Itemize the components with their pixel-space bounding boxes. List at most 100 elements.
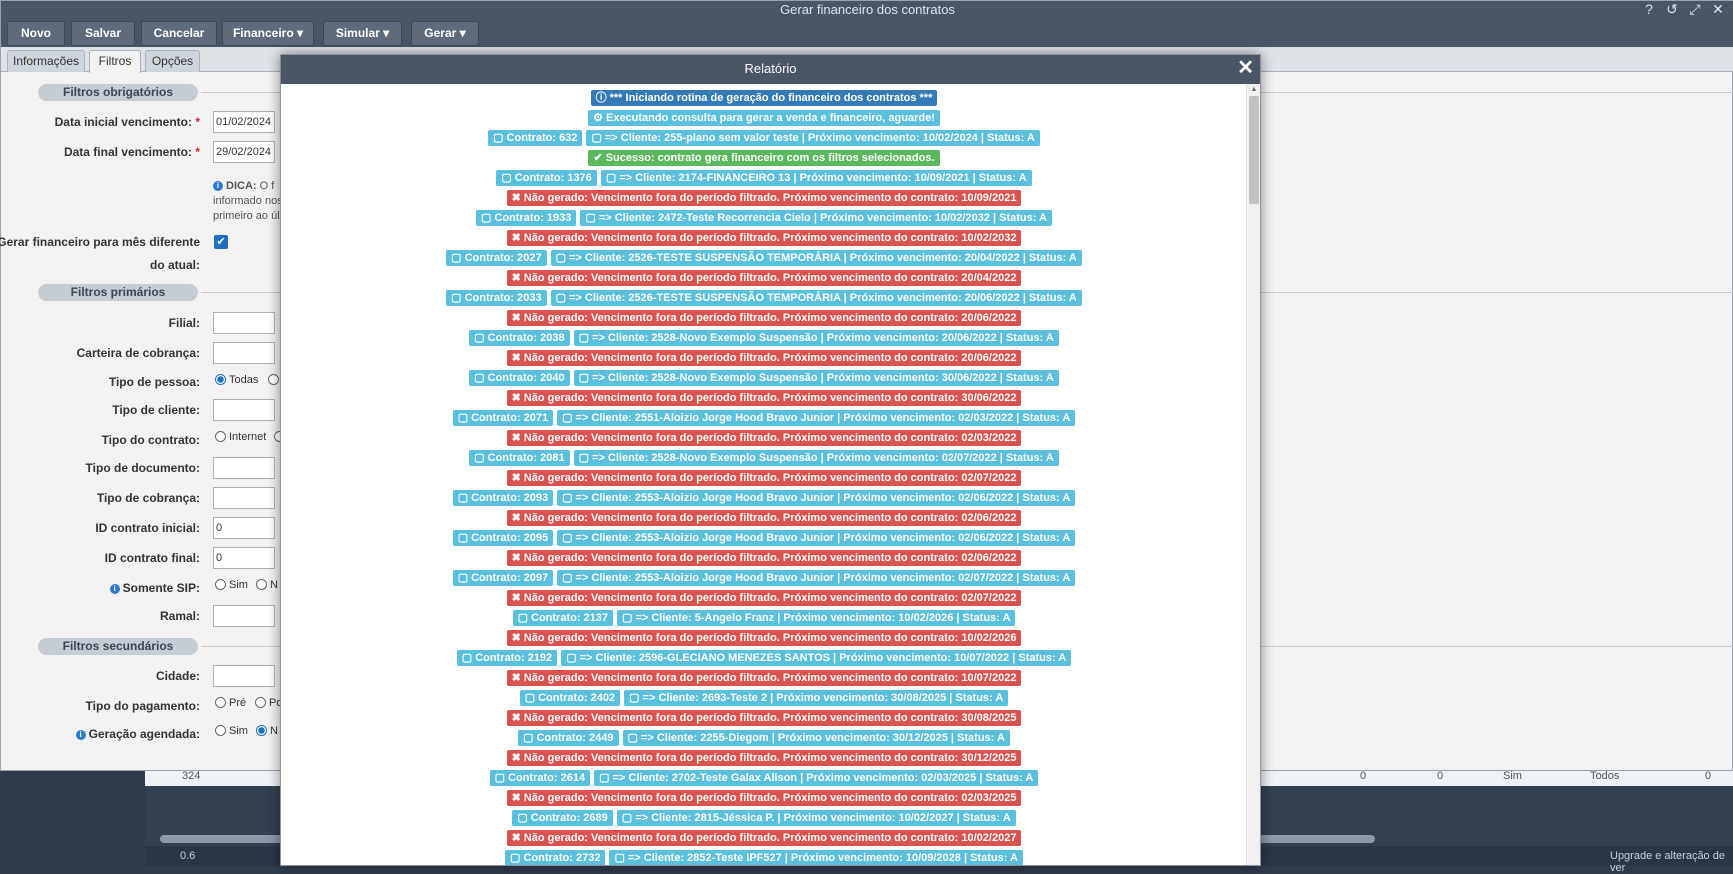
- report-label-info: ▢ Contrato: 2097: [452, 570, 554, 586]
- footer-upgrade-text[interactable]: Upgrade e alteração de ver: [1610, 850, 1733, 874]
- report-label-info: ▢ => Cliente: 2693-Teste 2 | Próximo venc…: [624, 690, 1009, 706]
- x-icon: ✖: [511, 392, 521, 404]
- report-line: ✖ Não gerado: Vencimento fora do período …: [281, 588, 1247, 608]
- tab-opcoes[interactable]: Opções: [145, 50, 200, 72]
- data-inicial-input[interactable]: 01/02/2024: [213, 111, 275, 133]
- novo-button[interactable]: Novo: [7, 21, 65, 46]
- tipo-contrato-internet-radio[interactable]: Internet: [215, 431, 266, 443]
- data-final-input[interactable]: 29/02/2024: [213, 141, 275, 163]
- report-line: ▢ Contrato: 2402 ▢ => Cliente: 2693-Teste 2…: [281, 688, 1247, 708]
- report-line: ✖ Não gerado: Vencimento fora do período …: [281, 428, 1247, 448]
- ramal-input[interactable]: [213, 605, 275, 627]
- cidade-label: Cidade:: [155, 669, 200, 683]
- contract-icon: ▢: [605, 172, 617, 184]
- expand-icon[interactable]: ⤢: [1687, 2, 1703, 17]
- report-label-info: ▢ Contrato: 2081: [469, 450, 570, 466]
- financeiro-menu-button[interactable]: Financeiro ▾: [222, 21, 314, 46]
- x-icon: ✖: [511, 672, 521, 684]
- contract-icon: ▢: [599, 772, 610, 784]
- report-line: ▢ Contrato: 2071 ▢ => Cliente: 2551-Aloizio…: [281, 408, 1247, 428]
- report-label-text: => Cliente: 2693-Teste 2 | Próximo venci…: [642, 692, 1004, 704]
- radio-selected-icon: [256, 725, 267, 736]
- cancelar-button[interactable]: Cancelar: [141, 21, 217, 46]
- filial-input[interactable]: [213, 312, 275, 334]
- help-icon[interactable]: ?: [1641, 2, 1657, 17]
- report-label-danger: ✖ Não gerado: Vencimento fora do período …: [506, 710, 1022, 726]
- close-icon[interactable]: ✕: [1710, 2, 1726, 17]
- report-label-info: ▢ => Cliente: 2553-Aloizio Jorge Hood Bra…: [557, 490, 1076, 506]
- report-label-info: ▢ => Cliente: 5-Angelo Franz | Próximo ve…: [617, 610, 1016, 626]
- report-label-text: => Cliente: 2553-Aloizio Jorge Hood Brav…: [575, 572, 1071, 584]
- report-label-text: Contrato: 2689: [530, 812, 608, 824]
- report-line: ✔ Sucesso: contrato gera financeiro com o…: [281, 148, 1247, 168]
- salvar-button[interactable]: Salvar: [71, 21, 135, 46]
- report-line: ▢ Contrato: 2097 ▢ => Cliente: 2553-Aloizio…: [281, 568, 1247, 588]
- close-icon[interactable]: ✕: [1237, 55, 1254, 82]
- tab-informacoes[interactable]: Informações: [7, 50, 85, 72]
- report-label-info: ▢ => Cliente: 255-plano sem valor teste |…: [586, 130, 1040, 146]
- report-label-danger: ✖ Não gerado: Vencimento fora do período …: [506, 390, 1022, 406]
- tab-filtros[interactable]: Filtros: [89, 50, 141, 73]
- report-label-text: Contrato: 1376: [514, 172, 592, 184]
- id-contrato-inicial-input[interactable]: 0: [213, 517, 275, 539]
- id-contrato-inicial-label: ID contrato inicial:: [95, 521, 200, 535]
- contract-icon: ▢: [555, 252, 566, 264]
- report-label-info: ▢ => Cliente: 2174-FINANCEIRO 13 | Próxim…: [600, 170, 1032, 186]
- radio-icon: [268, 374, 279, 385]
- tipo-documento-input[interactable]: [213, 457, 275, 479]
- carteira-cobranca-input[interactable]: [213, 342, 275, 364]
- gerar-menu-button[interactable]: Gerar ▾: [411, 21, 479, 46]
- contract-icon: ▢: [555, 292, 566, 304]
- radio-label: Internet: [229, 431, 267, 443]
- history-icon[interactable]: ↺: [1664, 2, 1680, 17]
- report-label-text: => Cliente: 2553-Aloizio Jorge Hood Brav…: [575, 492, 1071, 504]
- report-line: ✖ Não gerado: Vencimento fora do período …: [281, 268, 1247, 288]
- data-inicial-label-text: Data inicial vencimento:: [54, 115, 192, 129]
- report-label-text: => Cliente: 2528-Novo Exemplo Suspensão …: [592, 372, 1054, 384]
- report-line: ✖ Não gerado: Vencimento fora do período …: [281, 668, 1247, 688]
- x-icon: ✖: [511, 792, 521, 804]
- geracao-agendada-nao-radio[interactable]: N: [256, 725, 278, 737]
- report-label-info: ▢ Contrato: 2689: [512, 810, 613, 826]
- id-contrato-final-label: ID contrato final:: [104, 551, 200, 565]
- report-line: ✖ Não gerado: Vencimento fora do período …: [281, 508, 1247, 528]
- contract-icon: ▢: [524, 692, 536, 704]
- tipo-cobranca-input[interactable]: [213, 487, 275, 509]
- contract-icon: ▢: [562, 532, 573, 544]
- id-contrato-final-input[interactable]: 0: [213, 547, 275, 569]
- contract-icon: ▢: [578, 332, 590, 344]
- scrollbar-thumb[interactable]: [1249, 96, 1259, 204]
- contract-icon: ▢: [578, 372, 590, 384]
- report-label-info: ▢ Contrato: 2071: [452, 410, 554, 426]
- gerar-mes-diferente-checkbox[interactable]: ✔: [214, 235, 228, 249]
- scroll-up-icon[interactable]: ▲: [1247, 84, 1260, 95]
- report-label-text: => Cliente: 2852-Teste IPF527 | Próximo …: [627, 852, 1018, 864]
- radio-label: Sim: [229, 725, 248, 737]
- report-label-info: ▢ Contrato: 1933: [475, 210, 577, 226]
- report-label-text: => Cliente: 2528-Novo Exemplo Suspensão …: [592, 452, 1054, 464]
- radio-icon: [215, 697, 226, 708]
- report-label-danger: ✖ Não gerado: Vencimento fora do período …: [506, 270, 1022, 286]
- contract-icon: ▢: [523, 732, 534, 744]
- contract-icon: ▢: [585, 212, 596, 224]
- modal-vertical-scrollbar[interactable]: ▲: [1246, 84, 1260, 865]
- tipo-pagamento-pos-radio[interactable]: Po: [255, 697, 282, 709]
- simular-menu-button[interactable]: Simular ▾: [323, 21, 402, 46]
- tipo-cliente-input[interactable]: [213, 399, 275, 421]
- report-line: ▢ Contrato: 2732 ▢ => Cliente: 2852-Teste I…: [281, 848, 1247, 865]
- tipo-documento-label: Tipo de documento:: [85, 461, 200, 475]
- tipo-pessoa-todas-radio[interactable]: Todas: [215, 374, 258, 386]
- tipo-pagamento-pre-radio[interactable]: Pré: [215, 697, 246, 709]
- somente-sip-nao-radio[interactable]: N: [256, 579, 278, 591]
- somente-sip-label-text: Somente SIP:: [122, 581, 200, 595]
- report-line: ⚙ Executando consulta para gerar a venda …: [281, 108, 1247, 128]
- relatorio-modal: Relatório ✕ ⓘ *** Iniciando rotina de ger…: [280, 54, 1261, 866]
- geracao-agendada-sim-radio[interactable]: Sim: [215, 725, 248, 737]
- bg-cell: 0: [1705, 770, 1712, 782]
- somente-sip-sim-radio[interactable]: Sim: [215, 579, 248, 591]
- report-label-danger: ✖ Não gerado: Vencimento fora do período …: [506, 510, 1022, 526]
- cidade-input[interactable]: [213, 665, 275, 687]
- report-label-danger: ✖ Não gerado: Vencimento fora do período …: [506, 230, 1022, 246]
- report-label-info: ▢ => Cliente: 2526-TESTE SUSPENSÃO TEMPOR…: [550, 290, 1082, 306]
- radio-label: Sim: [229, 579, 248, 591]
